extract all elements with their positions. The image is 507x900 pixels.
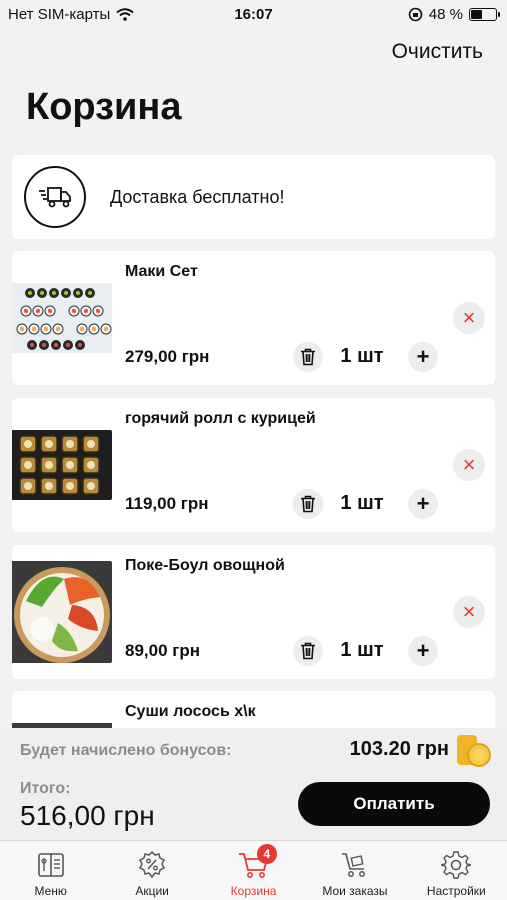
tab-label: Мои заказы — [322, 884, 388, 898]
bonus-value: 103.20 грн — [349, 738, 449, 760]
tab-menu[interactable]: Меню — [0, 841, 101, 900]
gear-icon — [439, 848, 473, 882]
plus-icon[interactable]: + — [408, 636, 438, 666]
item-quantity: 1 шт — [340, 492, 384, 514]
item-name: Суши лосось х\к — [125, 703, 256, 720]
total-value: 516,00 грн — [20, 800, 155, 831]
item-image-poke-bowl[interactable] — [12, 561, 112, 663]
item-image-hot-roll-chicken[interactable] — [12, 430, 112, 500]
status-right: 48 % — [408, 6, 500, 23]
item-quantity: 1 шт — [340, 345, 384, 367]
tab-cart[interactable]: 4 Корзина — [203, 841, 304, 900]
total-label: Итого: — [20, 780, 71, 797]
item-quantity: 1 шт — [340, 639, 384, 661]
plus-icon[interactable]: + — [408, 342, 438, 372]
item-price: 279,00 грн — [125, 347, 210, 366]
item-name: горячий ролл с курицей — [125, 410, 316, 427]
battery-icon — [469, 8, 500, 21]
bonus-coins-icon — [457, 735, 491, 767]
clear-cart-button[interactable]: Очистить — [392, 40, 483, 64]
menu-book-icon — [34, 848, 68, 882]
tab-label: Настройки — [426, 884, 486, 898]
tab-bar: Меню Акции 4 Корзина Мои заказы Настройк… — [0, 840, 507, 900]
trash-icon[interactable] — [293, 636, 323, 666]
cart-item: Маки Сет 279,00 грн 1 шт + × — [12, 251, 495, 385]
status-bar: Нет SIM-карты 16:07 48 % — [0, 0, 507, 30]
tab-label: Акции — [135, 884, 169, 898]
page-title: Корзина — [26, 86, 182, 128]
tab-settings[interactable]: Настройки — [406, 841, 507, 900]
delivery-banner: Доставка бесплатно! — [12, 155, 495, 239]
bonus-label: Будет начислено бонусов: — [20, 742, 232, 759]
cart-count-badge: 4 — [256, 844, 277, 864]
tab-promotions[interactable]: Акции — [101, 841, 202, 900]
item-price: 119,00 грн — [125, 494, 209, 513]
trash-icon[interactable] — [293, 342, 323, 372]
close-icon[interactable]: × — [453, 302, 485, 334]
cart-item: горячий ролл с курицей 119,00 грн 1 шт +… — [12, 398, 495, 532]
plus-icon[interactable]: + — [408, 489, 438, 519]
delivery-truck-icon — [24, 166, 86, 228]
orientation-lock-icon — [408, 7, 423, 22]
checkout-footer: Будет начислено бонусов: 103.20 грн Итог… — [0, 728, 507, 840]
discount-icon — [135, 848, 169, 882]
close-icon[interactable]: × — [453, 449, 485, 481]
cart-item: Суши лосось х\к — [12, 691, 495, 728]
orders-cart-icon — [338, 848, 372, 882]
tab-my-orders[interactable]: Мои заказы — [304, 841, 405, 900]
item-name: Поке-Боул овощной — [125, 557, 285, 574]
item-price: 89,00 грн — [125, 641, 200, 660]
battery-fill — [471, 10, 483, 19]
tab-label: Корзина — [230, 884, 277, 898]
pay-button[interactable]: Оплатить — [298, 782, 490, 826]
delivery-text: Доставка бесплатно! — [110, 186, 285, 207]
tab-label: Меню — [34, 884, 67, 898]
cart-item: Поке-Боул овощной 89,00 грн 1 шт + × — [12, 545, 495, 679]
battery-percent: 48 % — [428, 6, 463, 23]
item-image-maki-set[interactable] — [12, 283, 112, 353]
close-icon[interactable]: × — [453, 596, 485, 628]
item-name: Маки Сет — [125, 263, 198, 280]
trash-icon[interactable] — [293, 489, 323, 519]
